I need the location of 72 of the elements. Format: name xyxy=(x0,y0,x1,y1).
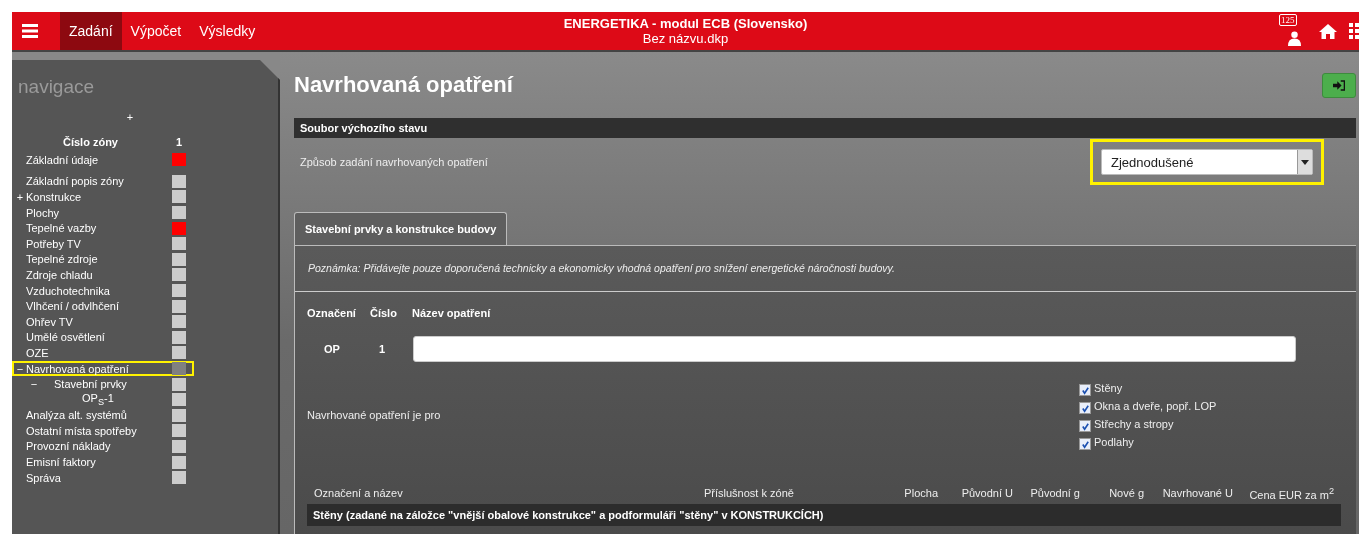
menu-tab[interactable]: Výsledky xyxy=(190,12,265,50)
checkbox-label: Podlahy xyxy=(1094,436,1134,448)
nav-item[interactable]: Správa xyxy=(26,471,172,484)
nav-item[interactable]: Emisní faktory xyxy=(26,456,172,469)
nav-item[interactable]: Ohřev TV xyxy=(26,315,172,328)
nav-item[interactable]: Vlhčení / odvlhčení xyxy=(26,300,172,313)
nav-item[interactable]: Analýza alt. systémů xyxy=(26,409,172,422)
user-icon[interactable] xyxy=(1288,30,1301,46)
app-title: ENERGETIKA - modul ECB (Slovensko) xyxy=(563,16,808,31)
menu-tab[interactable]: Výpočet xyxy=(121,12,191,50)
column-header: Cena EUR za m$^{2}$ xyxy=(1248,485,1334,501)
column-header: Navrhované U xyxy=(1161,487,1233,499)
nav-item[interactable]: Umělé osvětlení xyxy=(26,331,172,344)
zone-number: 1 xyxy=(176,136,183,148)
column-header: Označení xyxy=(307,307,357,319)
nav-item[interactable]: Provozní náklady xyxy=(26,440,172,453)
nav-item[interactable]: OP$_{S}$-1 xyxy=(54,392,172,408)
column-header: Původní U xyxy=(960,487,1013,499)
nav-item[interactable]: OZE xyxy=(26,346,172,359)
checkbox[interactable] xyxy=(1079,402,1091,414)
checkbox[interactable] xyxy=(1079,438,1091,450)
home-icon[interactable] xyxy=(1319,23,1337,39)
nav-item[interactable]: Zdroje chladu xyxy=(26,268,172,281)
checkbox[interactable] xyxy=(1079,384,1091,396)
tree-toggle[interactable]: − xyxy=(16,362,24,375)
nav-item[interactable]: Vzduchotechnika xyxy=(26,284,172,297)
nav-item[interactable]: Základní popis zóny xyxy=(26,175,172,188)
nav-item[interactable]: Konstrukce xyxy=(26,191,172,203)
nav-item[interactable]: Navrhovaná opatření xyxy=(26,362,172,375)
measure-name-input[interactable] xyxy=(413,336,1296,362)
enter-button[interactable] xyxy=(1322,72,1356,98)
menu-icon[interactable] xyxy=(22,24,38,38)
sign-in-icon xyxy=(1333,79,1345,91)
note-text: Poznámka: Přidávejte pouze doporučená technicky a ekonomicky vhodná opatření pro snížení energetické náročnosti budovy. xyxy=(295,246,1356,292)
field-label: Navrhované opatření je pro xyxy=(307,409,442,421)
nav-item[interactable]: Plochy xyxy=(26,206,172,219)
nav-item[interactable]: Stavební prvky xyxy=(40,378,172,391)
column-header: Název opatření xyxy=(412,307,491,319)
nav-item[interactable]: Základní údaje xyxy=(26,153,172,166)
column-header: Označení a název xyxy=(314,487,404,499)
grid-icon[interactable] xyxy=(1349,23,1359,39)
measure-number: 1 xyxy=(377,343,387,355)
zone-label: Číslo zóny xyxy=(62,136,118,148)
caret-icon xyxy=(1301,159,1309,165)
nav-item[interactable]: Ostatní místa spotřeby xyxy=(26,424,172,437)
checkbox-label: Střechy a stropy xyxy=(1094,418,1174,430)
column-header: Nové g xyxy=(1108,487,1144,499)
selected-nav-item[interactable]: − Navrhovaná opatření xyxy=(12,360,194,377)
section-header: Soubor výchozího stavu xyxy=(294,118,1356,138)
measure-code: OP xyxy=(323,343,341,355)
column-header: Číslo xyxy=(370,307,398,319)
column-header: Plocha xyxy=(903,487,938,499)
checkbox[interactable] xyxy=(1079,420,1091,432)
page-title: Navrhovaná opatření xyxy=(294,72,515,98)
menu-tab[interactable]: Zadání xyxy=(60,12,122,50)
nav-item[interactable]: Potřeby TV xyxy=(26,237,172,250)
checkbox-label: Stěny xyxy=(1094,382,1123,394)
field-label: Způsob zadání navrhovaných opatření xyxy=(299,156,489,168)
file-name: Bez názvu.dkp xyxy=(642,31,729,46)
mode-select[interactable]: Zjednodušené xyxy=(1101,149,1313,175)
nav-item[interactable]: Tepelné vazby xyxy=(26,222,172,235)
nav-item[interactable]: Tepelné zdroje xyxy=(26,253,172,266)
group-row: Stěny (zadané na záložce "vnější obalové konstrukce" a podformuláři "stěny" v KONSTRUKCÍCH) xyxy=(307,504,1341,526)
tab[interactable]: Stavební prvky a konstrukce budovy xyxy=(294,212,508,245)
column-header: Původní g xyxy=(1029,487,1080,499)
column-header: Příslušnost k zóně xyxy=(704,487,795,499)
count-badge: 125 xyxy=(1279,14,1297,26)
tree-toggle[interactable]: − xyxy=(30,378,38,391)
panel-title: navigace xyxy=(17,76,96,99)
tree-toggle[interactable]: + xyxy=(16,191,24,203)
checkbox-label: Okna a dveře, popř. LOP xyxy=(1094,400,1217,412)
add-zone-button[interactable]: + xyxy=(126,111,134,123)
